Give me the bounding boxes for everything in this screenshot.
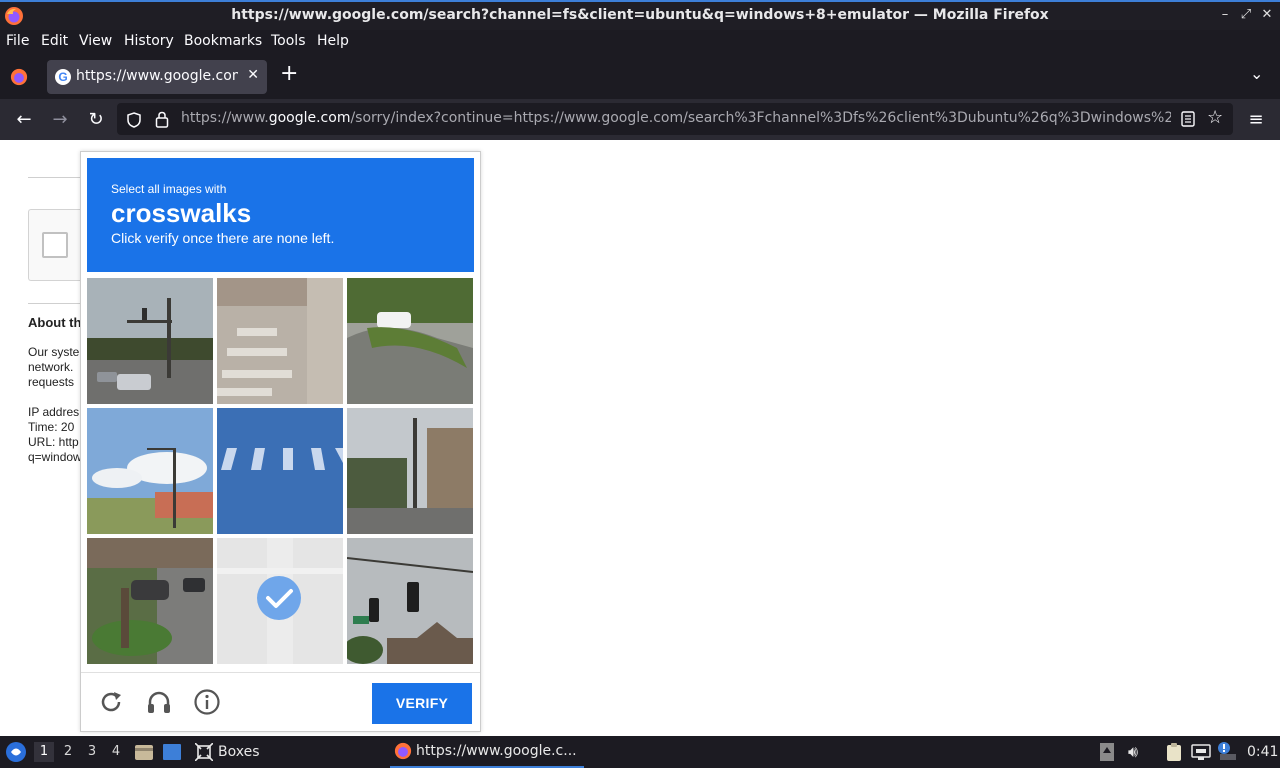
url-text[interactable]: https://www.google.com/sorry/index?conti… bbox=[181, 110, 1171, 126]
divider bbox=[28, 177, 82, 178]
reload-icon[interactable]: ↻ bbox=[83, 107, 109, 133]
challenge-footer: VERIFY bbox=[81, 672, 480, 733]
menu-file[interactable]: File bbox=[6, 33, 29, 49]
taskbar-item-firefox[interactable]: https://www.google.c... bbox=[390, 736, 584, 768]
tab-close-icon[interactable]: ✕ bbox=[247, 67, 259, 83]
taskbar-item-title: https://www.google.c... bbox=[416, 743, 577, 759]
reader-view-icon[interactable] bbox=[1181, 111, 1195, 127]
hamburger-menu-icon[interactable]: ≡ bbox=[1243, 107, 1269, 133]
challenge-instruction: Select all images with bbox=[111, 182, 227, 196]
maximize-icon[interactable]: ⤢ bbox=[1238, 7, 1254, 22]
body-line: requests bbox=[28, 375, 75, 389]
workspace-3[interactable]: 3 bbox=[82, 742, 102, 762]
clipboard-icon[interactable] bbox=[1165, 742, 1183, 762]
new-tab-icon[interactable]: + bbox=[280, 63, 298, 85]
tab-strip: G https://www.google.com/sorry/index?con… bbox=[0, 54, 1280, 99]
boxes-label[interactable]: Boxes bbox=[218, 744, 260, 760]
body-line: network. bbox=[28, 360, 74, 374]
network-icon[interactable] bbox=[1191, 743, 1211, 761]
boxes-icon[interactable] bbox=[195, 743, 213, 761]
updates-icon[interactable] bbox=[1099, 742, 1115, 762]
image-tile-7[interactable] bbox=[87, 538, 213, 664]
menu-history[interactable]: History bbox=[124, 33, 174, 49]
close-icon[interactable]: ✕ bbox=[1259, 7, 1275, 22]
minimize-icon[interactable]: – bbox=[1217, 7, 1233, 22]
menu-bar: File Edit View History Bookmarks Tools H… bbox=[0, 30, 1280, 54]
tab-active[interactable]: G https://www.google.com/sorry/index?con… bbox=[47, 60, 267, 94]
image-tile-2[interactable] bbox=[217, 278, 343, 404]
recaptcha-checkbox[interactable] bbox=[42, 232, 68, 258]
image-tile-3[interactable] bbox=[347, 278, 473, 404]
forward-arrow-icon[interactable]: → bbox=[47, 107, 73, 133]
firefox-icon bbox=[394, 742, 412, 760]
google-favicon-icon: G bbox=[55, 69, 71, 85]
address-bar[interactable]: https://www.google.com/sorry/index?conti… bbox=[117, 103, 1233, 135]
body-line: Our syste bbox=[28, 345, 80, 359]
challenge-header: Select all images with crosswalks Click … bbox=[87, 158, 474, 272]
image-tile-6[interactable] bbox=[347, 408, 473, 534]
info-icon[interactable] bbox=[192, 687, 222, 717]
reload-challenge-icon[interactable] bbox=[96, 687, 126, 717]
image-tile-4[interactable] bbox=[87, 408, 213, 534]
image-grid bbox=[87, 278, 474, 665]
workspace-1[interactable]: 1 bbox=[34, 742, 54, 762]
image-tile-9[interactable] bbox=[347, 538, 473, 664]
menu-bookmarks[interactable]: Bookmarks bbox=[184, 33, 262, 49]
file-manager-icon[interactable] bbox=[134, 743, 154, 761]
firefox-view-icon[interactable] bbox=[10, 68, 28, 86]
nav-bar: ← → ↻ https://www.google.com/sorry/index… bbox=[0, 99, 1280, 140]
volume-icon[interactable]: 🔊︎ bbox=[1128, 742, 1138, 762]
headphones-icon[interactable] bbox=[144, 687, 174, 717]
back-arrow-icon[interactable]: ← bbox=[11, 107, 37, 133]
ip-line: IP addres bbox=[28, 405, 80, 419]
taskbar: 1 2 3 4 Boxes https://www.google.c... 🔊︎ bbox=[0, 736, 1280, 768]
divider bbox=[28, 303, 82, 304]
workspace-4[interactable]: 4 bbox=[106, 742, 126, 762]
start-menu-icon[interactable] bbox=[5, 741, 27, 763]
notification-icon[interactable] bbox=[1216, 740, 1238, 762]
page-heading: About th bbox=[28, 315, 82, 330]
time-line: Time: 20 bbox=[28, 420, 75, 434]
menu-help[interactable]: Help bbox=[317, 33, 349, 49]
image-tile-8-selected[interactable] bbox=[217, 538, 343, 664]
image-tile-5[interactable] bbox=[217, 408, 343, 534]
menu-view[interactable]: View bbox=[79, 33, 112, 49]
bookmark-star-icon[interactable]: ☆ bbox=[1207, 107, 1223, 128]
window-title: https://www.google.com/search?channel=fs… bbox=[231, 7, 1049, 23]
chevron-down-icon[interactable]: ⌄ bbox=[1250, 64, 1263, 83]
image-tile-1[interactable] bbox=[87, 278, 213, 404]
query-line: q=window bbox=[28, 450, 82, 464]
lock-icon[interactable] bbox=[155, 111, 169, 128]
verify-button[interactable]: VERIFY bbox=[372, 683, 472, 724]
clock: 0:41 bbox=[1247, 744, 1279, 760]
menu-tools[interactable]: Tools bbox=[271, 33, 306, 49]
recaptcha-challenge: Select all images with crosswalks Click … bbox=[80, 151, 481, 732]
workspace-2[interactable]: 2 bbox=[58, 742, 78, 762]
menu-edit[interactable]: Edit bbox=[41, 33, 68, 49]
challenge-hint: Click verify once there are none left. bbox=[111, 230, 335, 246]
desktop-icon[interactable] bbox=[162, 743, 182, 761]
window-titlebar: https://www.google.com/search?channel=fs… bbox=[0, 0, 1280, 30]
shield-icon[interactable] bbox=[126, 112, 142, 128]
tab-title: https://www.google.com/sorry/index?conti… bbox=[76, 68, 238, 84]
url-line: URL: http bbox=[28, 435, 79, 449]
recaptcha-anchor-card bbox=[28, 209, 88, 281]
challenge-target: crosswalks bbox=[111, 198, 252, 228]
